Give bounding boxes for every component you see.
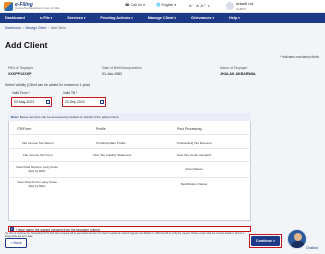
service-cell: Outstanding Tax Demand [176, 141, 212, 145]
col-header-profile: Profile [96, 127, 106, 131]
chatbot-avatar-icon[interactable] [287, 229, 307, 249]
valid-till-input[interactable]: 20-Sep-2023 [62, 97, 106, 107]
nav-dashboard[interactable]: Dashboard [5, 16, 25, 20]
service-cell: View Tax credit mismatch [176, 153, 212, 157]
doi-label: Date of Birth/Incorporation [102, 66, 142, 70]
consent-checkbox[interactable]: ✓ [10, 226, 14, 231]
nav-efile[interactable]: e-File▾ [40, 16, 52, 20]
consent-label[interactable]: I have taken the signed consent from the… [16, 228, 100, 232]
mandatory-note: * Indicates mandatory fields [279, 55, 319, 59]
logo-icon [4, 2, 13, 11]
chevron-down-icon: ▾ [50, 16, 53, 20]
nav-manage-client[interactable]: Manage Client▾ [148, 16, 176, 20]
breadcrumb: Dashboard > Manage Client > Add Client [5, 26, 66, 30]
calendar-icon[interactable] [45, 100, 50, 104]
validity-note: Select Validity (Client can be added for… [5, 83, 91, 87]
col-header-post-processing: Post Processing [177, 127, 202, 131]
pan-value: XXXPP1XXXP [8, 72, 32, 76]
service-cell: View Filed Returns (only those filed by … [16, 165, 58, 173]
accessibility-tools[interactable]: A⁻ A A⁺ ◐ [189, 3, 211, 8]
page-title: Add Client [5, 40, 48, 50]
valid-from-label: Valid From * [12, 91, 30, 95]
main-nav: Dashboard e-File▾ Services▾ Pending Acti… [0, 13, 325, 23]
row-divider [10, 177, 249, 178]
service-cell: File Income Tax Form [23, 153, 53, 157]
user-avatar-icon[interactable] [226, 2, 234, 10]
chevron-down-icon: ▾ [212, 16, 215, 20]
service-cell: File Income Tax Return [22, 141, 54, 145]
chevron-down-icon: ▾ [174, 16, 177, 20]
user-role: CLIENT [236, 6, 246, 11]
pan-label: PAN of Taxpayer [8, 66, 34, 70]
chevron-down-icon: ▾ [83, 16, 86, 20]
chevron-down-icon: ▾ [238, 16, 240, 20]
services-note: Note: Below services can be accessed by … [8, 113, 251, 121]
breadcrumb-manage-client[interactable]: Manage Client [25, 26, 46, 30]
transaction-info-text: On click of continue the Transaction ID … [5, 232, 245, 238]
service-cell: View Filed Forms (only those filed by ER… [17, 180, 57, 188]
row-divider [10, 148, 249, 149]
valid-from-input[interactable]: 03-May-2023 [11, 97, 52, 107]
doi-value: 01-Jan-1982 [102, 72, 123, 76]
taxpayer-name-value: JHALAK AKBARWAL [220, 72, 257, 76]
service-cell: View Tax Liability Statement [92, 153, 132, 157]
valid-till-label: Valid Till * [63, 91, 78, 95]
chatbot-label[interactable]: Chatbot [306, 246, 318, 250]
calendar-icon[interactable] [99, 100, 104, 104]
efiling-logo[interactable]: e-Filing Income Tax Department, Govt. of… [4, 1, 59, 12]
chevron-down-icon: ▾ [131, 16, 133, 20]
row-divider [10, 134, 249, 135]
nav-help[interactable]: Help▾ [229, 16, 240, 20]
back-button[interactable]: < Back [5, 238, 27, 248]
language-selector[interactable]: 🌐 English ▾ [156, 3, 176, 7]
nav-services[interactable]: Services▾ [67, 16, 85, 20]
service-cell: View Notices [185, 167, 203, 171]
taxpayer-name-label: Name of Taxpayer [220, 66, 248, 70]
call-us-link[interactable]: ☎ Call Us ▾ [125, 3, 145, 7]
breadcrumb-dashboard[interactable]: Dashboard [5, 26, 21, 30]
continue-button[interactable]: Continue > [251, 236, 280, 246]
nav-pending-actions[interactable]: Pending Actions▾ [100, 16, 132, 20]
service-cell: Rectification Status [180, 182, 208, 186]
service-cell: Profile/Update Profile [96, 141, 126, 145]
nav-grievances[interactable]: Grievances▾ [191, 16, 214, 20]
col-header-itr-form: ITR/Form [17, 127, 32, 131]
row-divider [10, 161, 249, 162]
user-name[interactable]: Arkadif Ltd. [236, 2, 254, 6]
logo-subtitle: Income Tax Department, Govt. of India [15, 6, 60, 10]
top-header: e-Filing Income Tax Department, Govt. of… [0, 0, 325, 13]
breadcrumb-add-client: Add Client [50, 26, 66, 30]
